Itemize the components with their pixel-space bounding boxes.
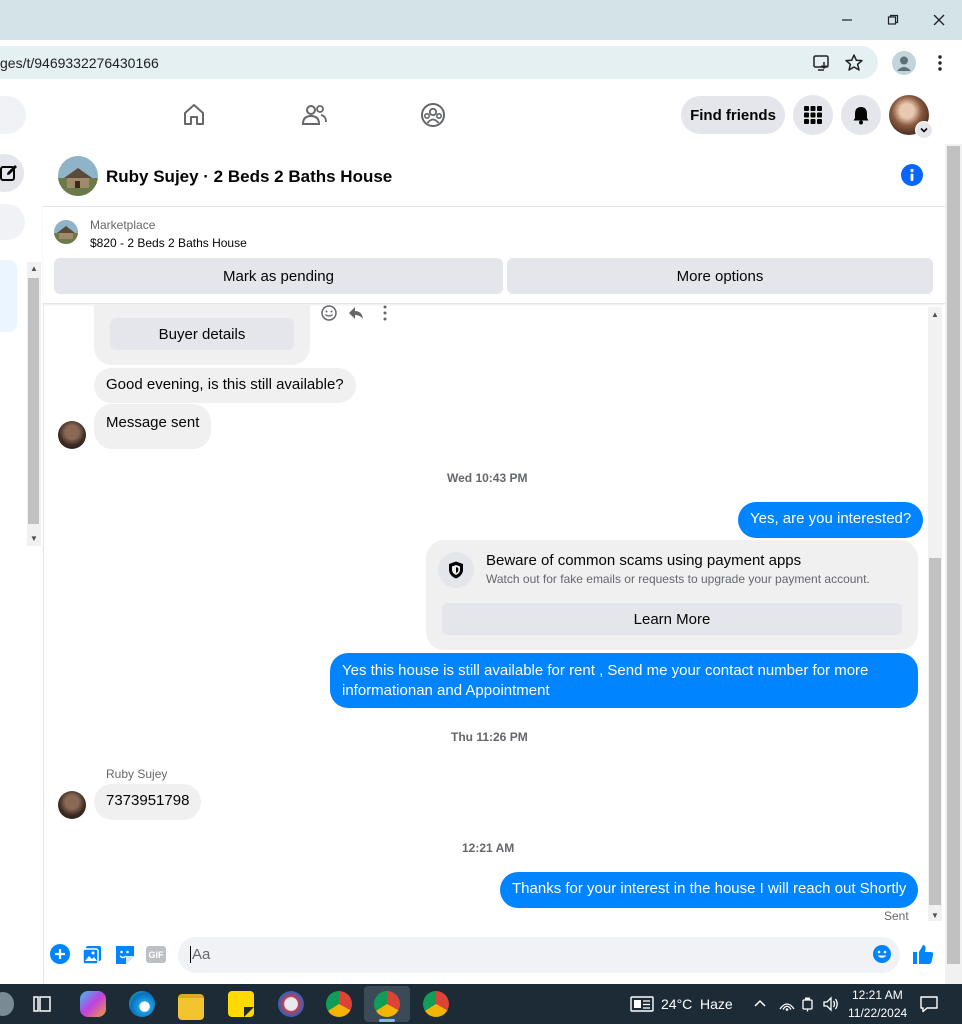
- notification-center-icon[interactable]: [919, 994, 939, 1019]
- messages-scroll-thumb[interactable]: [929, 558, 941, 905]
- listing-thumbnail[interactable]: [54, 220, 78, 244]
- thumbs-up-icon[interactable]: [911, 942, 935, 971]
- home-icon[interactable]: [181, 102, 207, 133]
- profile-icon[interactable]: [892, 51, 916, 75]
- url-text: ges/t/9469332276430166: [0, 55, 159, 71]
- scroll-up-arrow-icon[interactable]: ▲: [30, 264, 38, 273]
- weather-temp[interactable]: 24°C: [661, 996, 692, 1012]
- listing-summary[interactable]: $820 - 2 Beds 2 Baths House: [90, 236, 247, 250]
- listing-source: Marketplace: [90, 218, 156, 232]
- battery-icon[interactable]: [800, 996, 816, 1017]
- gif-icon[interactable]: GIF: [146, 946, 166, 963]
- restore-icon[interactable]: [881, 8, 905, 32]
- buyer-details-button[interactable]: Buyer details: [110, 318, 294, 350]
- emoji-icon[interactable]: [872, 944, 892, 969]
- timestamp: Wed 10:43 PM: [447, 471, 528, 485]
- edge-browser-icon[interactable]: [129, 991, 155, 1017]
- close-icon[interactable]: [927, 8, 951, 32]
- scam-warning-subtitle: Watch out for fake emails or requests to…: [486, 572, 870, 586]
- react-emoji-icon[interactable]: [320, 304, 338, 327]
- sender-avatar[interactable]: [58, 791, 86, 819]
- scroll-down-arrow-icon[interactable]: ▼: [30, 534, 38, 543]
- bookmark-star-icon[interactable]: [844, 53, 864, 78]
- message-bubble-incoming[interactable]: Message sent: [94, 404, 212, 449]
- conversation-title[interactable]: Ruby Sujey · 2 Beds 2 Baths House: [106, 167, 392, 187]
- scroll-up-arrow-icon[interactable]: ▲: [931, 310, 939, 319]
- scam-warning-title: Beware of common scams using payment app…: [486, 552, 802, 569]
- notifications-bell-icon[interactable]: [841, 95, 881, 135]
- chrome-profile-icon[interactable]: [326, 991, 352, 1017]
- chevron-up-icon[interactable]: [752, 996, 768, 1017]
- message-input-placeholder: Aa: [190, 946, 211, 963]
- install-app-icon[interactable]: [812, 53, 832, 78]
- sticker-icon[interactable]: [114, 944, 136, 971]
- weather-desc[interactable]: Haze: [700, 996, 733, 1012]
- minimize-icon[interactable]: [835, 8, 859, 32]
- weather-icon[interactable]: [630, 995, 654, 1018]
- info-icon[interactable]: [901, 164, 923, 186]
- copilot-icon[interactable]: [80, 991, 106, 1017]
- chrome-profile-icon[interactable]: [423, 991, 449, 1017]
- message-bubble-outgoing[interactable]: Thanks for your interest in the house I …: [500, 872, 919, 908]
- listing-avatar[interactable]: [58, 156, 98, 196]
- sticky-notes-icon[interactable]: [228, 991, 254, 1017]
- chevron-down-icon[interactable]: [915, 121, 933, 139]
- groups-icon[interactable]: [420, 102, 446, 133]
- file-explorer-icon[interactable]: [178, 994, 204, 1020]
- app-icon[interactable]: [278, 991, 304, 1017]
- clock-time[interactable]: 12:21 AM: [852, 988, 903, 1002]
- sidebar-scroll-thumb[interactable]: [28, 278, 39, 524]
- message-bubble-outgoing[interactable]: Yes, are you interested?: [738, 502, 924, 538]
- page-scroll-thumb[interactable]: [947, 146, 960, 964]
- timestamp: 12:21 AM: [462, 841, 515, 855]
- sender-name: Ruby Sujey: [106, 767, 168, 781]
- task-view-icon[interactable]: [32, 994, 52, 1019]
- message-bubble-incoming[interactable]: 7373951798: [94, 784, 202, 820]
- shield-icon: [438, 552, 474, 588]
- message-status: Sent: [884, 909, 909, 923]
- message-bubble-outgoing[interactable]: Yes this house is still available for re…: [330, 653, 918, 708]
- active-indicator: [379, 1019, 395, 1022]
- scroll-down-arrow-icon[interactable]: ▼: [931, 911, 939, 920]
- reply-icon[interactable]: [347, 304, 365, 327]
- learn-more-button[interactable]: Learn More: [442, 603, 902, 635]
- more-actions-icon[interactable]: [376, 304, 394, 327]
- wifi-icon[interactable]: [778, 996, 796, 1017]
- message-bubble-incoming[interactable]: Good evening, is this still available?: [94, 368, 356, 403]
- volume-icon[interactable]: [822, 996, 840, 1017]
- message-line: informationan and Appointment: [342, 682, 550, 699]
- find-friends-button[interactable]: Find friends: [681, 96, 785, 134]
- mark-as-pending-button[interactable]: Mark as pending: [54, 258, 503, 294]
- timestamp: Thu 11:26 PM: [451, 730, 528, 744]
- more-options-button[interactable]: More options: [507, 258, 933, 294]
- chrome-active-icon[interactable]: [374, 991, 400, 1017]
- message-line: Yes this house is still available for re…: [342, 662, 869, 679]
- window-title-bar: [0, 0, 962, 40]
- clock-date[interactable]: 11/22/2024: [848, 1006, 907, 1020]
- friends-icon[interactable]: [300, 102, 328, 133]
- photo-icon[interactable]: [82, 944, 104, 971]
- message-input[interactable]: [178, 937, 900, 973]
- plus-icon[interactable]: [50, 944, 70, 964]
- browser-menu-icon[interactable]: [930, 53, 950, 78]
- sender-avatar[interactable]: [58, 421, 86, 449]
- active-chat-item[interactable]: [0, 260, 17, 332]
- menu-grid-icon[interactable]: [793, 95, 833, 135]
